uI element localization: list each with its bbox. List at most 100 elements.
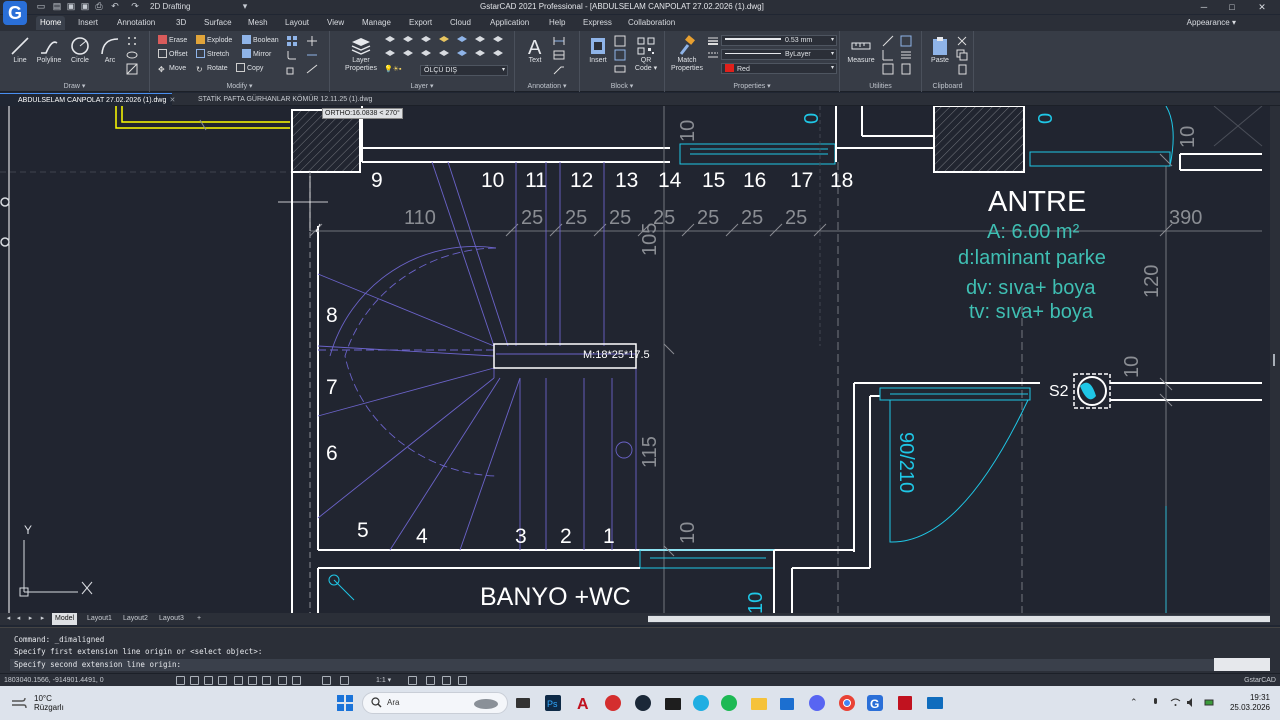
windows-start-icon[interactable] xyxy=(336,694,354,712)
drawing-canvas[interactable]: 9 10 11 12 13 14 15 16 17 18 8 7 6 5 4 3… xyxy=(0,106,1280,613)
layer-tool-2-icon[interactable] xyxy=(402,34,414,46)
selection-cycling-icon[interactable] xyxy=(292,676,301,685)
last-layout-icon[interactable]: ▸ xyxy=(38,613,47,625)
ortho-toggle-icon[interactable] xyxy=(204,676,213,685)
workspace-select[interactable]: 2D Drafting xyxy=(150,1,190,12)
tab-express[interactable]: Express xyxy=(579,16,616,30)
polar-toggle-icon[interactable] xyxy=(218,676,227,685)
copy-with-base-icon[interactable] xyxy=(956,63,968,75)
copy-clip-icon[interactable] xyxy=(956,49,968,61)
wifi-icon[interactable] xyxy=(1170,697,1181,708)
layer-panel-title[interactable]: Layer ▾ xyxy=(330,82,514,91)
layer-tool-5-icon[interactable] xyxy=(456,34,468,46)
tab-home[interactable]: Home xyxy=(36,16,66,30)
doc-tab-active[interactable]: ABDULSELAM CANPOLAT 27.02.2026 (1).dwg ✕ xyxy=(0,93,175,106)
calculator-icon[interactable] xyxy=(900,63,912,75)
edge-icon[interactable] xyxy=(692,694,710,712)
save-icon[interactable]: ▣ xyxy=(66,1,76,12)
distance-icon[interactable] xyxy=(882,35,894,47)
layer-tool-9-icon[interactable] xyxy=(402,48,414,60)
folder-icon[interactable] xyxy=(750,694,768,712)
block-panel-title[interactable]: Block ▾ xyxy=(580,82,664,91)
id-point-icon[interactable] xyxy=(882,49,894,61)
lineweight-select[interactable]: 0.53 mm ▾ xyxy=(721,35,837,46)
area-icon[interactable] xyxy=(900,35,912,47)
paste-button[interactable]: Paste xyxy=(926,33,954,73)
tab-view[interactable]: View xyxy=(323,16,348,30)
layer-state-icons[interactable]: 💡☀▪ xyxy=(384,64,401,76)
insert-button[interactable]: Insert xyxy=(584,33,612,73)
mirror-button[interactable]: Mirror xyxy=(242,49,271,61)
spotify-icon[interactable] xyxy=(720,694,738,712)
tab-cloud[interactable]: Cloud xyxy=(446,16,475,30)
join-icon[interactable] xyxy=(306,63,318,75)
text-button[interactable]: A Text xyxy=(521,33,549,73)
tab-collaboration[interactable]: Collaboration xyxy=(624,16,679,30)
undo-icon[interactable]: ↶ xyxy=(110,1,120,12)
copy-button[interactable]: Copy xyxy=(236,63,263,75)
rotate-button[interactable]: ↻ Rotate xyxy=(196,63,228,75)
new-file-icon[interactable]: ▭ xyxy=(36,1,46,12)
snap-toggle-icon[interactable] xyxy=(190,676,199,685)
mail-icon[interactable] xyxy=(926,694,944,712)
clock[interactable]: 19:31 25.03.2026 xyxy=(1230,693,1270,713)
leader-icon[interactable] xyxy=(553,63,565,75)
draw-panel-title[interactable]: Draw ▾ xyxy=(0,82,149,91)
horizontal-scroll-thumb[interactable] xyxy=(648,616,1270,622)
circle-button[interactable]: Circle xyxy=(66,33,94,73)
tab-application[interactable]: Application xyxy=(486,16,533,30)
quick-select-icon[interactable] xyxy=(882,63,894,75)
trim-icon[interactable] xyxy=(306,35,318,47)
appearance-menu[interactable]: Appearance ▾ xyxy=(1187,16,1236,30)
grid-toggle-icon[interactable] xyxy=(176,676,185,685)
volume-icon[interactable] xyxy=(1186,697,1197,708)
table-icon[interactable] xyxy=(553,49,565,61)
attribute-icon[interactable] xyxy=(614,63,626,75)
discord-icon[interactable] xyxy=(808,694,826,712)
next-layout-icon[interactable]: ▸ xyxy=(26,613,35,625)
otrack-toggle-icon[interactable] xyxy=(248,676,257,685)
photoshop-icon[interactable]: Ps xyxy=(544,694,562,712)
tab-3d[interactable]: 3D xyxy=(172,16,190,30)
layer-tool-6-icon[interactable] xyxy=(474,34,486,46)
tab-layout[interactable]: Layout xyxy=(281,16,313,30)
command-resize-handle[interactable] xyxy=(1214,658,1270,671)
cut-icon[interactable] xyxy=(956,35,968,47)
app-logo-icon[interactable]: G xyxy=(3,1,27,25)
prev-layout-icon[interactable]: ◂ xyxy=(14,613,23,625)
erase-button[interactable]: Erase xyxy=(158,35,187,47)
layer-tool-13-icon[interactable] xyxy=(474,48,486,60)
sketchup-icon[interactable] xyxy=(604,694,622,712)
tab-layout3[interactable]: Layout3 xyxy=(156,613,187,625)
array-icon[interactable] xyxy=(286,35,298,47)
add-layout-button[interactable]: + xyxy=(194,613,204,625)
color-select[interactable]: Red ▾ xyxy=(721,63,837,74)
list-icon[interactable] xyxy=(900,49,912,61)
scale-icon[interactable] xyxy=(286,63,298,75)
annotation-panel-title[interactable]: Annotation ▾ xyxy=(515,82,579,91)
autocad-icon[interactable]: A xyxy=(574,694,592,712)
dimension-icon[interactable] xyxy=(553,35,565,47)
microphone-icon[interactable] xyxy=(1150,697,1161,708)
vertical-scroll-handle[interactable] xyxy=(1273,354,1275,366)
steam-icon[interactable] xyxy=(634,694,652,712)
gstarcad-taskbar-icon[interactable]: G xyxy=(866,694,884,712)
tab-help[interactable]: Help xyxy=(545,16,569,30)
qr-code-button[interactable]: QR Code ▾ xyxy=(632,33,660,73)
tray-expand-icon[interactable]: ⌃ xyxy=(1130,697,1141,708)
save-as-icon[interactable]: ▣ xyxy=(80,1,90,12)
layer-tool-11-icon[interactable] xyxy=(438,48,450,60)
battery-icon[interactable] xyxy=(1204,697,1215,708)
tab-layout1[interactable]: Layout1 xyxy=(84,613,115,625)
polyline-button[interactable]: Polyline xyxy=(35,33,63,73)
vertical-scrollbar[interactable] xyxy=(1270,106,1280,613)
offset-button[interactable]: Offset xyxy=(158,49,188,61)
match-properties-button[interactable]: Match Properties xyxy=(669,33,705,73)
doc-tab-statik[interactable]: STATİK PAFTA GÜRHANLAR KÖMÜR 12.11.25 (1… xyxy=(180,93,378,106)
ellipse-icon[interactable] xyxy=(126,49,138,61)
layer-tool-8-icon[interactable] xyxy=(384,48,396,60)
measure-button[interactable]: Measure xyxy=(846,33,876,73)
close-button[interactable]: ✕ xyxy=(1248,0,1276,14)
print-icon[interactable]: ⎙ xyxy=(94,1,104,12)
stretch-button[interactable]: Stretch xyxy=(196,49,229,61)
